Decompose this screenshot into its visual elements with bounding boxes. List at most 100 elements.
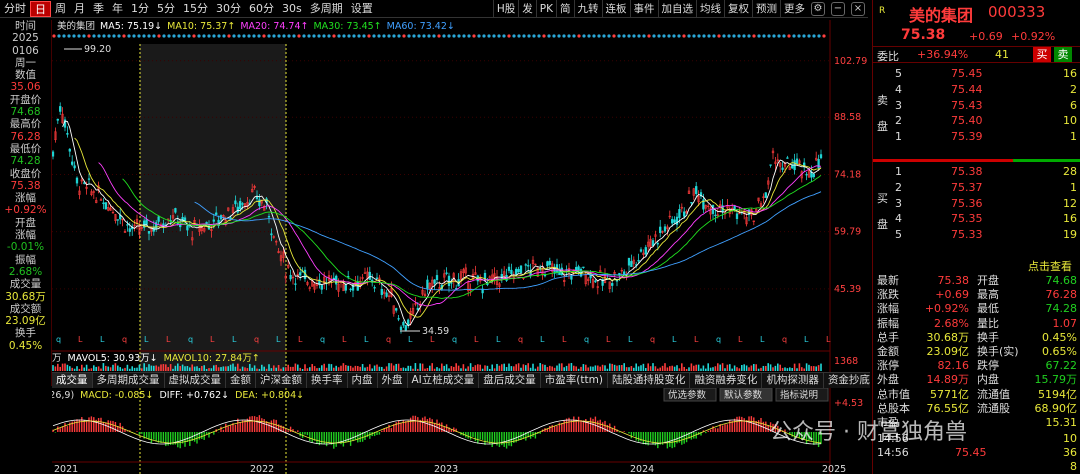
event-marker[interactable] (617, 34, 621, 38)
ask-row[interactable]: 1 75.39 1 (873, 129, 1080, 145)
gear-icon[interactable]: ⚙ (811, 2, 825, 16)
period-tab-10[interactable]: 60分 (245, 1, 278, 17)
event-marker[interactable] (542, 34, 546, 38)
event-marker[interactable] (747, 34, 751, 38)
toolbar-right-5[interactable]: 连板 (601, 0, 630, 18)
event-marker[interactable] (117, 34, 121, 38)
event-letter[interactable]: L (342, 335, 347, 344)
event-marker[interactable] (457, 34, 461, 38)
buy-button[interactable]: 买 (1033, 47, 1051, 62)
event-marker[interactable] (687, 34, 691, 38)
event-marker[interactable] (242, 34, 246, 38)
event-marker[interactable] (817, 34, 821, 38)
event-marker[interactable] (737, 34, 741, 38)
event-letter[interactable]: L (606, 335, 611, 344)
event-marker[interactable] (107, 34, 111, 38)
event-letter[interactable]: L (144, 335, 149, 344)
event-marker[interactable] (822, 34, 826, 38)
event-marker[interactable] (592, 34, 596, 38)
event-marker[interactable] (317, 34, 321, 38)
event-marker[interactable] (142, 34, 146, 38)
sell-button[interactable]: 卖 (1054, 47, 1072, 62)
event-marker[interactable] (127, 34, 131, 38)
toolbar-right-2[interactable]: PK (535, 0, 556, 18)
event-marker[interactable] (352, 34, 356, 38)
event-letter[interactable]: q (716, 335, 721, 344)
event-marker[interactable] (447, 34, 451, 38)
event-marker[interactable] (72, 34, 76, 38)
event-marker[interactable] (642, 34, 646, 38)
event-marker[interactable] (397, 34, 401, 38)
event-letter[interactable]: q (188, 335, 193, 344)
event-marker[interactable] (62, 34, 66, 38)
event-letter[interactable]: L (804, 335, 809, 344)
event-marker[interactable] (272, 34, 276, 38)
event-marker[interactable] (677, 34, 681, 38)
event-marker[interactable] (607, 34, 611, 38)
event-marker[interactable] (307, 34, 311, 38)
bid-row[interactable]: 4 75.35 16 (873, 211, 1080, 227)
event-marker[interactable] (782, 34, 786, 38)
ask-row[interactable]: 3 75.43 6 (873, 98, 1080, 114)
event-marker[interactable] (552, 34, 556, 38)
toolbar-right-11[interactable]: 更多 (780, 0, 808, 18)
event-marker[interactable] (92, 34, 96, 38)
event-marker[interactable] (217, 34, 221, 38)
event-letter[interactable]: L (760, 335, 765, 344)
toolbar-right-8[interactable]: 均线 (696, 0, 724, 18)
indicator-tab-3[interactable]: 金额 (226, 373, 256, 388)
period-tab-8[interactable]: 15分 (179, 1, 212, 17)
event-marker[interactable] (672, 34, 676, 38)
event-marker[interactable] (727, 34, 731, 38)
event-marker[interactable] (377, 34, 381, 38)
ask-row[interactable]: 4 75.44 2 (873, 82, 1080, 98)
event-marker[interactable] (692, 34, 696, 38)
event-letter[interactable]: L (100, 335, 105, 344)
event-letter[interactable]: L (276, 335, 281, 344)
event-marker[interactable] (207, 34, 211, 38)
event-marker[interactable] (292, 34, 296, 38)
event-marker[interactable] (772, 34, 776, 38)
event-marker[interactable] (302, 34, 306, 38)
event-letter[interactable]: L (496, 335, 501, 344)
event-marker[interactable] (222, 34, 226, 38)
period-tab-6[interactable]: 1分 (127, 1, 153, 17)
event-marker[interactable] (512, 34, 516, 38)
event-marker[interactable] (322, 34, 326, 38)
event-letter[interactable]: q (782, 335, 787, 344)
indicator-tab-11[interactable]: 陆股通持股变化 (608, 373, 691, 388)
event-marker[interactable] (382, 34, 386, 38)
event-marker[interactable] (332, 34, 336, 38)
period-tab-12[interactable]: 多周期 (306, 1, 347, 17)
indicator-tab-1[interactable]: 多周期成交量 (93, 373, 165, 388)
event-marker[interactable] (212, 34, 216, 38)
toolbar-right-6[interactable]: 事件 (629, 0, 658, 18)
ask-row[interactable]: 5 75.45 16 (873, 66, 1080, 82)
event-marker[interactable] (662, 34, 666, 38)
event-marker[interactable] (792, 34, 796, 38)
indicator-tab-0[interactable]: 成交量 (52, 373, 93, 388)
close-icon[interactable]: × (851, 2, 865, 16)
event-marker[interactable] (752, 34, 756, 38)
event-marker[interactable] (627, 34, 631, 38)
event-marker[interactable] (102, 34, 106, 38)
indicator-tab-6[interactable]: 内盘 (348, 373, 378, 388)
period-tab-11[interactable]: 30s (278, 1, 306, 17)
event-letter[interactable]: q (518, 335, 523, 344)
event-marker[interactable] (572, 34, 576, 38)
event-marker[interactable] (152, 34, 156, 38)
event-marker[interactable] (732, 34, 736, 38)
event-letter[interactable]: L (210, 335, 215, 344)
event-letter[interactable]: q (320, 335, 325, 344)
event-letter[interactable]: L (562, 335, 567, 344)
event-marker[interactable] (522, 34, 526, 38)
event-marker[interactable] (657, 34, 661, 38)
event-marker[interactable] (122, 34, 126, 38)
event-marker[interactable] (157, 34, 161, 38)
event-marker[interactable] (367, 34, 371, 38)
event-marker[interactable] (182, 34, 186, 38)
event-letter[interactable]: L (738, 335, 743, 344)
event-marker[interactable] (477, 34, 481, 38)
event-marker[interactable] (462, 34, 466, 38)
indicator-tab-2[interactable]: 虚拟成交量 (165, 373, 226, 388)
